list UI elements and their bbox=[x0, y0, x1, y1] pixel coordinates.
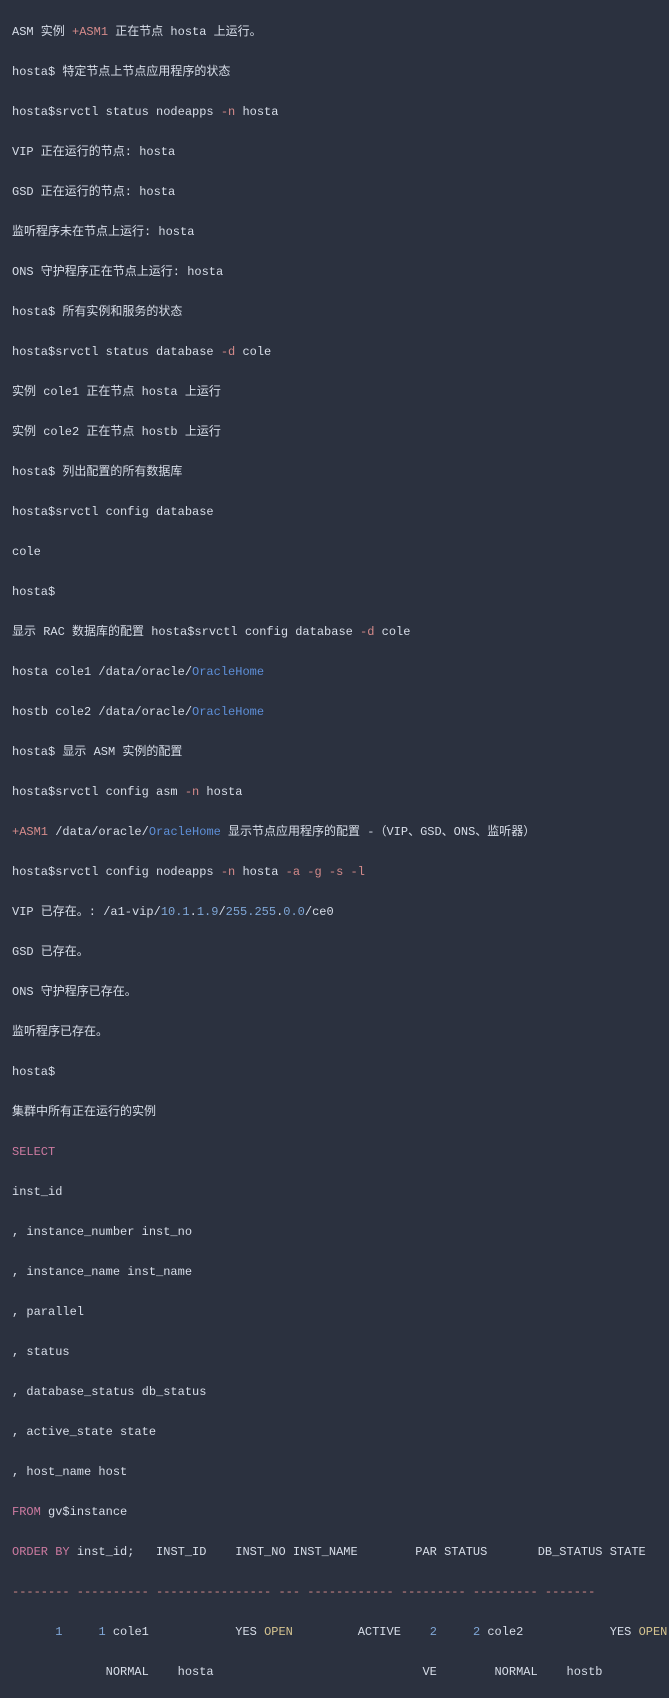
code-line: -------- ---------- ---------------- ---… bbox=[12, 1582, 657, 1602]
code-line: hosta$ 显示 ASM 实例的配置 bbox=[12, 742, 657, 762]
code-line: hosta$ 特定节点上节点应用程序的状态 bbox=[12, 62, 657, 82]
code-line: VIP 已存在。: /a1-vip/10.1.1.9/255.255.0.0/c… bbox=[12, 902, 657, 922]
code-line: GSD 已存在。 bbox=[12, 942, 657, 962]
terminal-output: ASM 实例 +ASM1 正在节点 hosta 上运行。 hosta$ 特定节点… bbox=[0, 0, 669, 1698]
code-line: hosta$srvctl status database -d cole bbox=[12, 342, 657, 362]
code-line: hosta$ bbox=[12, 582, 657, 602]
code-line: cole bbox=[12, 542, 657, 562]
code-line: , active_state state bbox=[12, 1422, 657, 1442]
code-line: hosta cole1 /data/oracle/OracleHome bbox=[12, 662, 657, 682]
code-line: inst_id bbox=[12, 1182, 657, 1202]
code-line: 实例 cole1 正在节点 hosta 上运行 bbox=[12, 382, 657, 402]
code-line: , host_name host bbox=[12, 1462, 657, 1482]
code-line: hosta$srvctl config database bbox=[12, 502, 657, 522]
code-line: ONS 守护程序正在节点上运行: hosta bbox=[12, 262, 657, 282]
code-line: , parallel bbox=[12, 1302, 657, 1322]
code-line: hosta$srvctl config asm -n hosta bbox=[12, 782, 657, 802]
code-line: ORDER BY inst_id; INST_ID INST_NO INST_N… bbox=[12, 1542, 657, 1562]
code-line: hosta$ bbox=[12, 1062, 657, 1082]
code-line: ONS 守护程序已存在。 bbox=[12, 982, 657, 1002]
code-line: , database_status db_status bbox=[12, 1382, 657, 1402]
code-line: ASM 实例 +ASM1 正在节点 hosta 上运行。 bbox=[12, 22, 657, 42]
code-line: hostb cole2 /data/oracle/OracleHome bbox=[12, 702, 657, 722]
code-line: VIP 正在运行的节点: hosta bbox=[12, 142, 657, 162]
code-line: NORMAL hosta VE NORMAL hostb bbox=[12, 1662, 657, 1682]
code-line: 实例 cole2 正在节点 hostb 上运行 bbox=[12, 422, 657, 442]
code-line: SELECT bbox=[12, 1142, 657, 1162]
code-line: FROM gv$instance bbox=[12, 1502, 657, 1522]
code-line: 集群中所有正在运行的实例 bbox=[12, 1102, 657, 1122]
code-line: hosta$srvctl status nodeapps -n hosta bbox=[12, 102, 657, 122]
code-line: , instance_number inst_no bbox=[12, 1222, 657, 1242]
code-line: 监听程序未在节点上运行: hosta bbox=[12, 222, 657, 242]
code-line: hosta$srvctl config nodeapps -n hosta -a… bbox=[12, 862, 657, 882]
code-line: 显示 RAC 数据库的配置 hosta$srvctl config databa… bbox=[12, 622, 657, 642]
code-line: GSD 正在运行的节点: hosta bbox=[12, 182, 657, 202]
code-line: hosta$ 所有实例和服务的状态 bbox=[12, 302, 657, 322]
code-line: +ASM1 /data/oracle/OracleHome 显示节点应用程序的配… bbox=[12, 822, 657, 842]
code-line: , instance_name inst_name bbox=[12, 1262, 657, 1282]
code-line: 1 1 cole1 YES OPEN ACTIVE 2 2 cole2 YES … bbox=[12, 1622, 657, 1642]
code-line: hosta$ 列出配置的所有数据库 bbox=[12, 462, 657, 482]
code-line: 监听程序已存在。 bbox=[12, 1022, 657, 1042]
code-line: , status bbox=[12, 1342, 657, 1362]
